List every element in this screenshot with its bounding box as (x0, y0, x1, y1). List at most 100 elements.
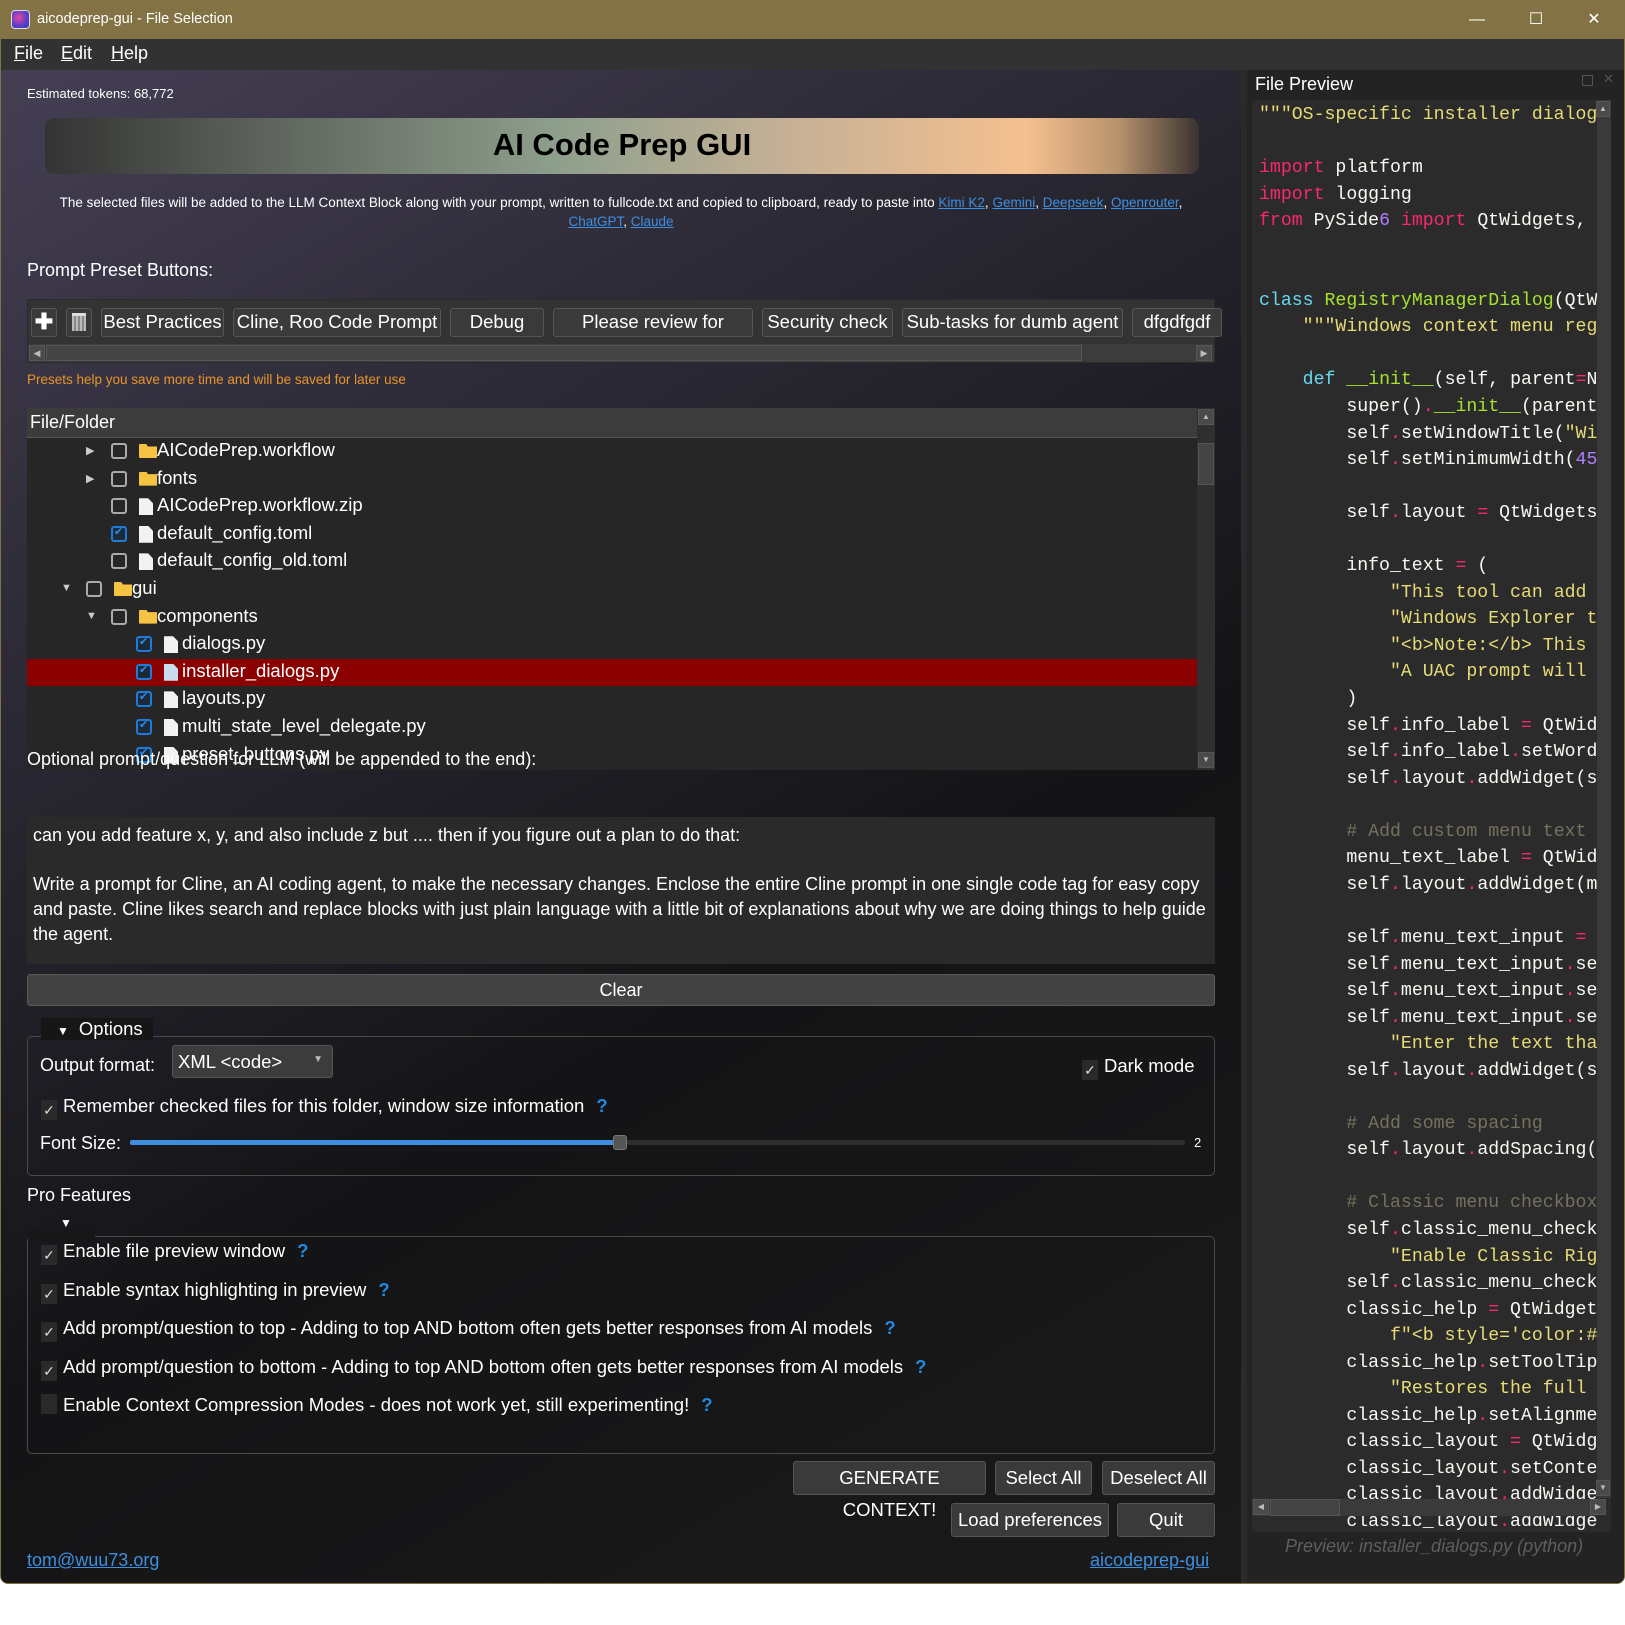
tree-checkbox[interactable] (86, 581, 102, 597)
pro-feature-checkbox[interactable]: ✓ Enable syntax highlighting in preview? (41, 1279, 390, 1304)
tree-header[interactable]: File/Folder (27, 408, 1197, 438)
tree-row[interactable]: default_config.toml (27, 521, 1197, 548)
slider-handle[interactable] (613, 1135, 628, 1150)
help-icon[interactable]: ? (915, 1356, 926, 1377)
app-logo-icon (11, 10, 30, 29)
tree-row[interactable]: layouts.py (27, 686, 1197, 713)
model-link[interactable]: Gemini (992, 195, 1035, 210)
expand-arrow-down-icon[interactable]: ▼ (61, 582, 72, 594)
preset-scrollbar[interactable]: ◀ ▶ (28, 344, 1214, 362)
tree-row[interactable]: default_config_old.toml (27, 548, 1197, 575)
model-link[interactable]: Claude (631, 214, 674, 229)
generate-context-button[interactable]: GENERATE CONTEXT! (793, 1461, 986, 1520)
scroll-right-icon[interactable]: ▶ (1590, 1499, 1606, 1515)
float-icon[interactable] (1582, 75, 1593, 86)
close-button[interactable]: ✕ (1574, 7, 1614, 33)
scroll-up-icon[interactable]: ▲ (1198, 409, 1214, 425)
check-icon: ✓ (41, 1100, 57, 1120)
preset-button[interactable]: Sub-tasks for dumb agent (902, 308, 1123, 337)
select-all-button[interactable]: Select All (995, 1461, 1092, 1495)
help-icon[interactable]: ? (596, 1095, 607, 1116)
tree-checkbox[interactable] (136, 718, 152, 735)
scroll-right-icon[interactable]: ▶ (1196, 345, 1212, 361)
deselect-all-button[interactable]: Deselect All (1102, 1461, 1215, 1495)
help-icon[interactable]: ? (378, 1279, 389, 1300)
quit-button[interactable]: Quit (1117, 1503, 1215, 1537)
preset-button[interactable]: Cline, Roo Code Prompt (233, 308, 441, 337)
expand-arrow-right-icon[interactable]: ▶ (86, 444, 94, 457)
tree-row[interactable]: dialogs.py (27, 631, 1197, 658)
scroll-left-icon[interactable]: ◀ (1253, 1499, 1269, 1515)
file-icon (139, 525, 153, 543)
tree-checkbox[interactable] (136, 690, 152, 708)
clear-button[interactable]: Clear (27, 974, 1215, 1006)
tree-checkbox[interactable] (111, 608, 127, 625)
preset-button[interactable]: Please review for (553, 308, 753, 337)
model-link[interactable]: ChatGPT (568, 214, 623, 229)
email-link[interactable]: tom@wuu73.org (27, 1550, 159, 1571)
tree-row[interactable]: ▼ gui (27, 576, 1197, 603)
font-size-slider[interactable] (130, 1135, 1185, 1160)
tree-scrollbar[interactable]: ▲ ▼ (1197, 408, 1215, 770)
scroll-thumb[interactable] (1270, 1499, 1340, 1516)
tree-checkbox[interactable] (111, 498, 127, 515)
tree-checkbox[interactable] (136, 663, 152, 680)
model-link[interactable]: Openrouter (1111, 195, 1179, 210)
code-preview[interactable]: """OS-specific installer dialog import p… (1252, 100, 1611, 1532)
scroll-thumb[interactable] (46, 345, 1082, 361)
tree-row[interactable]: ▶ AICodePrep.workflow (27, 438, 1197, 465)
dark-mode-checkbox[interactable]: ✓ Dark mode (1082, 1055, 1194, 1080)
model-link[interactable]: Kimi K2 (938, 195, 985, 210)
maximize-button[interactable]: ☐ (1516, 7, 1556, 33)
help-icon[interactable]: ? (297, 1240, 308, 1261)
scroll-up-icon[interactable]: ▲ (1596, 101, 1610, 117)
pro-feature-checkbox[interactable]: ✓ Add prompt/question to bottom - Adding … (41, 1356, 926, 1381)
options-toggle[interactable]: ▼ Options (41, 1018, 153, 1040)
scroll-left-icon[interactable]: ◀ (29, 345, 45, 361)
menu-edit[interactable]: Edit (61, 43, 92, 64)
expand-arrow-right-icon[interactable]: ▶ (86, 472, 94, 485)
preset-button[interactable]: dfgdfgdf (1132, 308, 1222, 337)
pro-collapse-arrow-icon[interactable]: ▼ (60, 1216, 72, 1230)
tree-checkbox[interactable] (111, 470, 127, 487)
project-link[interactable]: aicodeprep-gui (1090, 1550, 1209, 1571)
help-icon[interactable]: ? (884, 1317, 895, 1338)
code-line: # Classic menu checkbox (1346, 1193, 1597, 1214)
preset-button[interactable]: Debug (450, 308, 544, 337)
delete-preset-button[interactable] (66, 308, 92, 337)
preset-button[interactable]: Best Practices (101, 308, 224, 337)
preview-hscrollbar[interactable]: ◀ ▶ (1252, 1499, 1606, 1516)
load-preferences-button[interactable]: Load preferences (951, 1503, 1109, 1537)
tree-checkbox[interactable] (111, 443, 127, 459)
remember-checkbox[interactable]: ✓ Remember checked files for this folder,… (41, 1095, 608, 1120)
tree-row[interactable]: multi_state_level_delegate.py (27, 714, 1197, 741)
minimize-button[interactable]: — (1457, 7, 1497, 33)
preset-button[interactable]: Security check (762, 308, 893, 337)
tree-checkbox[interactable] (111, 553, 127, 570)
pro-feature-checkbox[interactable]: ✓ Add prompt/question to top - Adding to … (41, 1317, 896, 1342)
title-bar[interactable]: aicodeprep-gui - File Selection — ☐ ✕ (1, 1, 1624, 39)
tree-row[interactable]: ▼ components (27, 604, 1197, 631)
scroll-down-icon[interactable]: ▼ (1596, 1480, 1610, 1496)
tree-checkbox[interactable] (136, 635, 152, 653)
code-line: """Windows context menu reg (1302, 317, 1597, 338)
close-panel-icon[interactable]: ✕ (1603, 71, 1614, 87)
prompt-textarea[interactable]: can you add feature x, y, and also inclu… (27, 817, 1215, 964)
tree-item-name: default_config_old.toml (157, 549, 348, 571)
pro-feature-checkbox[interactable]: ✓ Enable file preview window? (41, 1240, 308, 1265)
menu-file[interactable]: File (14, 43, 43, 64)
add-preset-button[interactable]: ✚ (31, 308, 57, 337)
scroll-down-icon[interactable]: ▼ (1198, 752, 1214, 768)
tree-row[interactable]: ▶ fonts (27, 466, 1197, 493)
help-icon[interactable]: ? (701, 1394, 712, 1415)
scroll-thumb[interactable] (1198, 443, 1214, 485)
tree-row[interactable]: AICodePrep.workflow.zip (27, 493, 1197, 520)
model-link[interactable]: Deepseek (1043, 195, 1104, 210)
preview-vscrollbar[interactable]: ▲ ▼ (1596, 100, 1611, 1498)
expand-arrow-down-icon[interactable]: ▼ (86, 610, 97, 622)
tree-row[interactable]: installer_dialogs.py (27, 658, 1197, 686)
menu-help[interactable]: Help (111, 43, 148, 64)
tree-checkbox[interactable] (111, 525, 127, 542)
output-format-select[interactable]: XML <code> ▼ (172, 1045, 333, 1078)
pro-feature-checkbox[interactable]: Enable Context Compression Modes - does … (41, 1394, 713, 1416)
